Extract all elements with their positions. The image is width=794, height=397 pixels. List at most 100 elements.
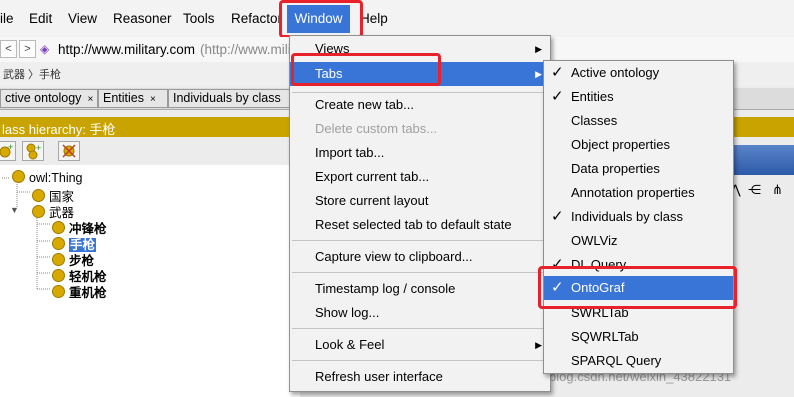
submenu-item-active-ontology[interactable]: ✓ Active ontology (544, 61, 733, 85)
submenu-item-entities[interactable]: ✓ Entities (544, 85, 733, 109)
delete-class-icon[interactable] (58, 141, 80, 161)
submenu-item-individuals-by-class[interactable]: ✓ Individuals by class (544, 205, 733, 229)
menu-item-label: Capture view to clipboard... (315, 249, 473, 264)
tab-entities[interactable]: Entities × (98, 89, 168, 108)
checkmark-icon: ✓ (551, 88, 564, 105)
menu-reasoner[interactable]: Reasoner (113, 11, 172, 26)
back-button[interactable]: < (0, 40, 17, 58)
menu-item-reset-selected-tab[interactable]: Reset selected tab to default state (290, 214, 550, 236)
add-subclass-icon[interactable]: + (0, 141, 16, 161)
menu-item-store-current-layout[interactable]: Store current layout (290, 190, 550, 212)
svg-text:+: + (8, 142, 13, 152)
menu-edit[interactable]: Edit (29, 11, 52, 26)
tabs-item-callout (291, 53, 441, 86)
ontology-url[interactable]: http://www.military.com (58, 42, 195, 57)
tree-node-heavy-machine-gun[interactable]: 重机枪 (52, 282, 107, 301)
submenu-item-object-properties[interactable]: Object properties (544, 133, 733, 157)
menu-item-capture-view[interactable]: Capture view to clipboard... (290, 246, 550, 268)
submenu-item-sparql-query[interactable]: SPARQL Query (544, 349, 733, 373)
tab-active-ontology[interactable]: ctive ontology × (0, 89, 98, 108)
menu-item-look-and-feel[interactable]: Look & Feel ▶ (290, 334, 550, 356)
tree-node-label: owl:Thing (29, 171, 83, 185)
menu-tools[interactable]: Tools (183, 11, 215, 26)
menu-separator (292, 240, 548, 241)
class-icon (52, 285, 65, 298)
menu-item-label: Timestamp log / console (315, 281, 456, 296)
menu-item-import-tab[interactable]: Import tab... (290, 142, 550, 164)
svg-text:+: + (36, 143, 41, 153)
submenu-item-label: Object properties (571, 137, 670, 152)
hierarchy-toolbar: + + (0, 138, 300, 164)
submenu-item-label: Individuals by class (571, 209, 683, 224)
menu-item-label: Import tab... (315, 145, 385, 160)
submenu-item-sqwrltab[interactable]: SQWRLTab (544, 325, 733, 349)
ontology-icon: ◈ (40, 42, 50, 56)
tree-layout-icon[interactable]: ⋔ (772, 182, 783, 198)
submenu-item-label: SQWRLTab (571, 329, 639, 344)
menu-item-label: Delete custom tabs... (315, 121, 438, 136)
tab-label: Individuals by class (173, 91, 281, 105)
menu-file[interactable]: ile (0, 11, 14, 26)
close-icon[interactable]: × (150, 94, 156, 105)
submenu-item-classes[interactable]: Classes (544, 109, 733, 133)
window-menu-callout (279, 0, 363, 38)
menu-item-label: Create new tab... (315, 97, 414, 112)
submenu-item-data-properties[interactable]: Data properties (544, 157, 733, 181)
class-icon (12, 170, 25, 183)
submenu-item-label: Active ontology (571, 65, 660, 80)
menu-item-label: Show log... (315, 305, 380, 320)
class-icon (32, 189, 45, 202)
ontograf-callout (538, 266, 737, 309)
submenu-item-label: OWLViz (571, 233, 618, 248)
menu-refactor[interactable]: Refactor (231, 11, 282, 26)
forward-button[interactable]: > (19, 40, 36, 58)
menu-view[interactable]: View (68, 11, 97, 26)
submenu-item-label: Annotation properties (571, 185, 695, 200)
menu-separator (292, 92, 548, 93)
class-icon (52, 237, 65, 250)
menu-item-export-current-tab[interactable]: Export current tab... (290, 166, 550, 188)
tab-label: Entities (103, 91, 144, 105)
class-icon (52, 253, 65, 266)
menu-item-label: Store current layout (315, 193, 429, 208)
menu-item-label: Reset selected tab to default state (315, 217, 512, 232)
class-tree: ▼ owl:Thing 国家 武器 冲锋枪 手枪 步枪 轻机枪 重机枪 (0, 165, 300, 397)
menu-separator (292, 272, 548, 273)
tab-individuals-by-class[interactable]: Individuals by class (168, 89, 290, 108)
class-icon (52, 269, 65, 282)
tree-node-label: 重机枪 (69, 286, 107, 300)
breadcrumb-path[interactable]: 武器 〉手枪 (3, 66, 61, 82)
menu-bar: ile Edit View Reasoner Tools Refactor Wi… (0, 0, 794, 38)
submenu-item-owlviz[interactable]: OWLViz (544, 229, 733, 253)
tab-label: ctive ontology (5, 91, 82, 105)
menu-item-refresh-ui[interactable]: Refresh user interface (290, 366, 550, 388)
submenu-item-label: Entities (571, 89, 614, 104)
tabs-submenu: ✓ Active ontology ✓ Entities Classes Objec… (543, 60, 734, 374)
tree-node-owl-thing[interactable]: owl:Thing (12, 170, 83, 185)
class-hierarchy-title: lass hierarchy: 手枪 (2, 122, 116, 137)
menu-item-label: Look & Feel (315, 337, 385, 352)
close-icon[interactable]: × (87, 94, 93, 105)
checkmark-icon: ✓ (551, 64, 564, 81)
menu-item-delete-custom-tabs: Delete custom tabs... (290, 118, 550, 140)
menu-help[interactable]: Help (360, 11, 388, 26)
window-menu: Views ▶ Tabs ▶ Create new tab... Delete cu… (289, 35, 551, 392)
submenu-item-label: SPARQL Query (571, 353, 662, 368)
class-icon (32, 205, 45, 218)
submenu-item-label: Data properties (571, 161, 660, 176)
menu-separator (292, 328, 548, 329)
submenu-item-annotation-properties[interactable]: Annotation properties (544, 181, 733, 205)
submenu-arrow-icon: ▶ (535, 44, 542, 54)
menu-item-label: Export current tab... (315, 169, 430, 184)
class-icon (52, 221, 65, 234)
graph-toolbar: ⋀ ⋲ ⋔ (730, 180, 794, 202)
checkmark-icon: ✓ (551, 208, 564, 225)
menu-item-timestamp-log[interactable]: Timestamp log / console (290, 278, 550, 300)
menu-item-create-new-tab[interactable]: Create new tab... (290, 94, 550, 116)
radial-layout-icon[interactable]: ⋲ (748, 182, 761, 198)
menu-item-show-log[interactable]: Show log... (290, 302, 550, 324)
submenu-arrow-icon: ▶ (535, 340, 542, 350)
menu-item-label: Refresh user interface (315, 369, 443, 384)
add-sibling-icon[interactable]: + (22, 141, 44, 161)
ontology-url-hint: (http://www.mili (200, 42, 291, 57)
